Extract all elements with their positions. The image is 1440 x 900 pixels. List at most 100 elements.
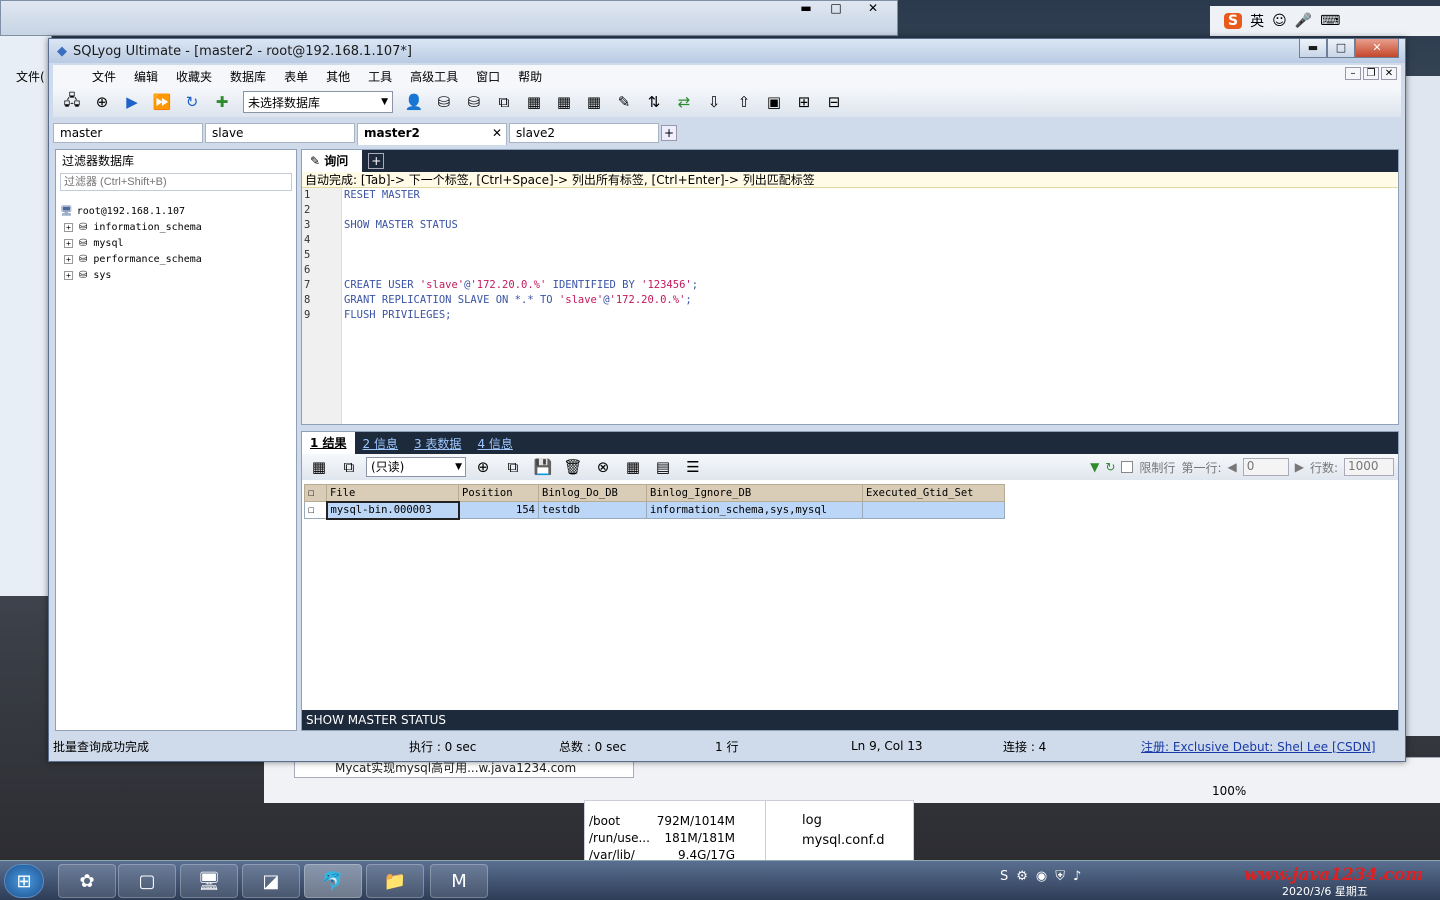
menu-table[interactable]: 表单 bbox=[275, 68, 317, 85]
backup-icon[interactable]: ⛁ bbox=[431, 90, 457, 114]
taskbar-app-icon[interactable]: ✿ bbox=[58, 864, 116, 898]
row-checkbox[interactable]: ☐ bbox=[304, 501, 327, 519]
ime-toolbar[interactable]: S 英 ☺ 🎤 ⌨ bbox=[1210, 6, 1440, 36]
delete-icon[interactable]: 🗑 bbox=[560, 455, 586, 479]
first-row-input[interactable]: 0 bbox=[1242, 458, 1289, 476]
tray-icon[interactable]: ⚙ bbox=[1016, 869, 1028, 884]
tab-info[interactable]: 4 信息 bbox=[469, 435, 520, 452]
sogou-icon[interactable]: S bbox=[1224, 13, 1243, 29]
taskbar-app-icon[interactable]: ◪ bbox=[242, 864, 300, 898]
clock-date[interactable]: 2020/3/6 星期五 bbox=[1282, 883, 1368, 899]
menu-edit[interactable]: 编辑 bbox=[125, 68, 167, 85]
ime-lang[interactable]: 英 bbox=[1250, 11, 1264, 31]
cancel-icon[interactable]: ⊗ bbox=[590, 455, 616, 479]
table-data-icon[interactable]: ▦ bbox=[551, 90, 577, 114]
tab-messages[interactable]: 2 信息 bbox=[355, 435, 406, 452]
export-icon[interactable]: ⇧ bbox=[731, 90, 757, 114]
query-builder-icon[interactable]: ▣ bbox=[761, 90, 787, 114]
tab-table-data[interactable]: 3 表数据 bbox=[406, 435, 469, 452]
tab-master2[interactable]: master2 ✕ bbox=[357, 123, 507, 145]
table-cell[interactable]: testdb bbox=[538, 501, 647, 519]
table-row[interactable]: ☐ mysql-bin.000003 154 testdb informatio… bbox=[304, 500, 1005, 520]
tab-slave2[interactable]: slave2 bbox=[509, 123, 659, 143]
save-icon[interactable]: 💾 bbox=[530, 455, 556, 479]
limit-checkbox[interactable] bbox=[1121, 461, 1134, 473]
column-header[interactable]: Executed_Gtid_Set bbox=[862, 484, 1005, 502]
filter-icon[interactable]: ▼ bbox=[1090, 460, 1099, 474]
close-button[interactable]: ✕ bbox=[1355, 39, 1399, 58]
menu-advanced-tools[interactable]: 高级工具 bbox=[401, 68, 467, 85]
expand-icon[interactable]: + bbox=[64, 254, 73, 264]
add-query-tab-button[interactable]: + bbox=[368, 153, 385, 169]
tray-icon[interactable]: ♪ bbox=[1073, 869, 1081, 884]
duplicate-row-icon[interactable]: ⧉ bbox=[500, 455, 526, 479]
edit-icon[interactable]: ✎ bbox=[611, 90, 637, 114]
minimize-button[interactable]: ▬ bbox=[1299, 39, 1327, 58]
migration-icon[interactable]: ⊟ bbox=[821, 90, 847, 114]
tab-slave[interactable]: slave bbox=[205, 123, 355, 143]
sql-editor[interactable]: 1 2 3 4 5 6 7 8 9 RESET MASTER SHOW MAST… bbox=[302, 188, 1398, 424]
execute-all-icon[interactable]: ⏩ bbox=[149, 90, 175, 114]
mdi-controls[interactable]: – ❐ ✕ bbox=[1345, 67, 1397, 80]
taskbar-app-icon[interactable]: 🖥 bbox=[180, 864, 238, 898]
new-connection-icon[interactable]: ⊕ bbox=[89, 90, 115, 114]
tree-item-sys[interactable]: + ⛁ sys bbox=[60, 267, 296, 283]
menu-help[interactable]: 帮助 bbox=[509, 68, 551, 85]
menu-file[interactable]: 文件 bbox=[83, 68, 125, 85]
grid-view-icon[interactable]: ▦ bbox=[620, 455, 646, 479]
menu-tools[interactable]: 工具 bbox=[359, 68, 401, 85]
expand-icon[interactable]: + bbox=[64, 238, 73, 248]
expand-icon[interactable]: + bbox=[64, 270, 73, 280]
table-cell[interactable]: mysql-bin.000003 bbox=[325, 500, 460, 520]
menu-database[interactable]: 数据库 bbox=[221, 68, 275, 85]
copy-result-icon[interactable]: ⧉ bbox=[336, 455, 362, 479]
prev-page-icon[interactable]: ◀ bbox=[1227, 460, 1236, 474]
tray-icon[interactable]: ⛨ bbox=[1055, 869, 1065, 884]
database-select[interactable]: 未选择数据库 ▼ bbox=[243, 91, 393, 113]
maximize-icon[interactable]: □ bbox=[821, 1, 851, 21]
folder-item[interactable]: log bbox=[802, 811, 884, 831]
column-header[interactable]: File bbox=[326, 484, 459, 502]
tab-master[interactable]: master bbox=[53, 123, 203, 143]
reload-icon[interactable]: ↻ bbox=[1105, 460, 1115, 474]
maximize-button[interactable]: □ bbox=[1327, 39, 1355, 58]
next-page-icon[interactable]: ▶ bbox=[1295, 460, 1304, 474]
refresh-icon[interactable]: ↻ bbox=[179, 90, 205, 114]
taskbar-sqlyog-icon[interactable]: 🐬 bbox=[304, 864, 362, 898]
keyboard-icon[interactable]: ⌨ bbox=[1320, 13, 1340, 29]
system-tray[interactable]: S ⚙ ◉ ⛨ ♪ bbox=[1000, 869, 1081, 884]
menu-window[interactable]: 窗口 bbox=[467, 68, 509, 85]
taskbar-explorer-icon[interactable]: 📁 bbox=[366, 864, 424, 898]
bg-file-menu[interactable]: 文件( bbox=[16, 68, 45, 85]
filter-input[interactable] bbox=[60, 173, 292, 191]
mdi-close-icon[interactable]: ✕ bbox=[1381, 67, 1397, 80]
minimize-icon[interactable]: ▬ bbox=[791, 1, 821, 21]
restore-icon[interactable]: ⛁ bbox=[461, 90, 487, 114]
tree-item-mysql[interactable]: + ⛁ mysql bbox=[60, 235, 296, 251]
execute-icon[interactable]: ▶ bbox=[119, 90, 145, 114]
tray-icon[interactable]: S bbox=[1000, 869, 1008, 884]
table-cell[interactable]: 154 bbox=[458, 501, 539, 519]
schema-designer-icon[interactable]: ⊞ bbox=[791, 90, 817, 114]
table-editor-icon[interactable]: ▦ bbox=[521, 90, 547, 114]
export-result-icon[interactable]: ▦ bbox=[306, 455, 332, 479]
table-cell[interactable] bbox=[862, 501, 1005, 519]
schema-icon[interactable]: ✚ bbox=[209, 90, 235, 114]
add-tab-button[interactable]: + bbox=[661, 125, 677, 141]
tab-result[interactable]: 1 结果 bbox=[302, 432, 355, 454]
tray-icon[interactable]: ◉ bbox=[1036, 869, 1047, 884]
schema-sync-icon[interactable]: ⇅ bbox=[641, 90, 667, 114]
connect-icon[interactable]: 🖧 bbox=[59, 90, 85, 114]
tree-item-information-schema[interactable]: + ⛁ information_schema bbox=[60, 219, 296, 235]
user-manager-icon[interactable]: 👤 bbox=[401, 90, 427, 114]
data-sync-icon[interactable]: ⇄ bbox=[671, 90, 697, 114]
column-header[interactable]: Binlog_Do_DB bbox=[538, 484, 647, 502]
mic-icon[interactable]: 🎤 bbox=[1295, 13, 1312, 29]
close-tab-icon[interactable]: ✕ bbox=[492, 124, 502, 142]
window-titlebar[interactable]: ◆ SQLyog Ultimate - [master2 - root@192.… bbox=[49, 39, 1405, 63]
taskbar-app-icon[interactable]: ▢ bbox=[118, 864, 176, 898]
mdi-minimize-icon[interactable]: – bbox=[1345, 67, 1361, 80]
emoji-icon[interactable]: ☺ bbox=[1272, 13, 1287, 29]
menu-other[interactable]: 其他 bbox=[317, 68, 359, 85]
copy-db-icon[interactable]: ⧉ bbox=[491, 90, 517, 114]
